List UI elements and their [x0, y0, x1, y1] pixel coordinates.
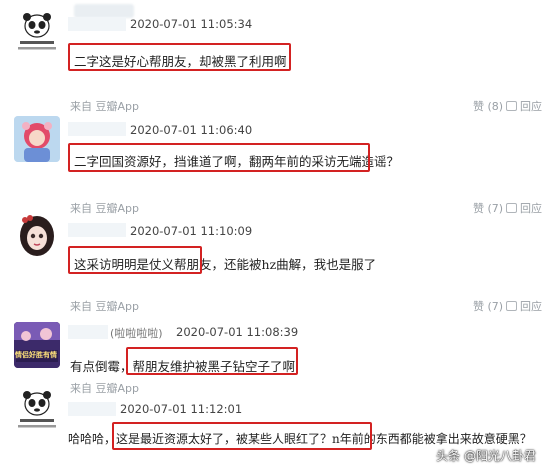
like-button[interactable]: 赞 (7)	[473, 298, 503, 314]
like-button[interactable]: 赞 (7)	[473, 200, 503, 216]
comment-source: 来自 豆瓣App	[70, 202, 139, 215]
reply-icon	[506, 203, 517, 213]
comment-source: 来自 豆瓣App	[70, 300, 139, 313]
comment-text-rest: ，还能被hz曲解，我也是服了	[211, 257, 377, 272]
comment-text-pre: 有点倒霉，	[70, 359, 133, 374]
like-button[interactable]: 赞 (8)	[473, 98, 503, 114]
watermark: 头条 @阳光八卦君	[436, 449, 536, 463]
highlight-box	[68, 143, 370, 172]
reply-label: 回应	[520, 100, 542, 113]
username-strip	[68, 17, 126, 31]
avatar[interactable]: 情侣好胜有情	[14, 322, 60, 368]
avatar[interactable]	[14, 10, 60, 56]
username-strip	[68, 122, 126, 136]
comment-source: 来自 豆瓣App	[70, 100, 139, 113]
panda-meme-icon	[18, 13, 56, 50]
username-strip	[68, 402, 116, 416]
avatar[interactable]	[14, 116, 60, 162]
highlight-box	[68, 246, 202, 274]
reply-button[interactable]: 回应	[506, 98, 542, 114]
comment-timestamp: 2020-07-01 11:06:40	[130, 123, 253, 137]
comment-timestamp: 2020-07-01 11:08:39	[176, 325, 299, 339]
reply-icon	[506, 301, 517, 311]
reply-label: 回应	[520, 300, 542, 313]
reply-label: 回应	[520, 202, 542, 215]
doll-avatar-icon	[14, 116, 60, 162]
reply-button[interactable]: 回应	[506, 298, 542, 314]
highlight-box	[126, 347, 298, 375]
avatar-caption: 情侣好胜有情	[15, 351, 57, 359]
comment-timestamp: 2020-07-01 11:12:01	[120, 402, 243, 416]
highlight-box	[112, 422, 372, 450]
username-blurred	[74, 4, 134, 18]
comment-username[interactable]: (啦啦啦啦)	[110, 325, 163, 341]
highlight-box	[68, 43, 291, 71]
comment-timestamp: 2020-07-01 11:05:34	[130, 17, 253, 31]
avatar[interactable]	[14, 388, 60, 434]
concert-avatar-icon	[14, 322, 60, 368]
comment-text-pre: 哈哈哈，	[68, 432, 117, 446]
avatar[interactable]	[14, 214, 60, 262]
username-strip	[68, 325, 108, 339]
reply-icon	[506, 101, 517, 111]
username-strip	[68, 223, 126, 237]
reply-button[interactable]: 回应	[506, 200, 542, 216]
panda-meme-icon	[18, 391, 56, 428]
girl-avatar-icon	[20, 215, 54, 256]
comment-timestamp: 2020-07-01 11:10:09	[130, 224, 253, 238]
comment-source: 来自 豆瓣App	[70, 382, 139, 395]
